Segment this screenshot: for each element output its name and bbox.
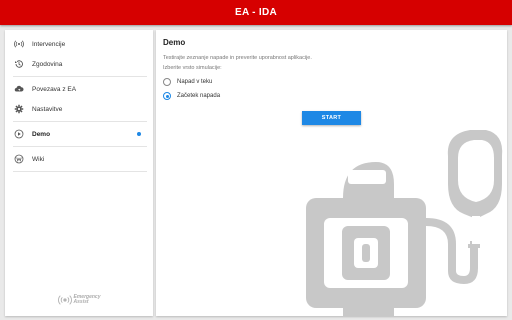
- sidebar-item-label: Demo: [32, 130, 51, 138]
- simulation-prompt: Izberite vrsto simulacije:: [163, 65, 222, 71]
- sidebar-item-intervencije[interactable]: Intervencije: [13, 34, 147, 54]
- sidebar-item-nastavitve[interactable]: Nastavitve: [13, 99, 147, 119]
- emergency-assist-logo: Emergency Assist: [5, 294, 153, 306]
- sidebar-item-label: Zgodovina: [32, 60, 63, 68]
- wiki-icon: [13, 153, 25, 165]
- watch-device-illustration: [306, 130, 503, 316]
- sidebar: Intervencije Zgodovina Povezava z EA Nas…: [5, 30, 153, 316]
- brand-line2: Assist: [73, 299, 89, 305]
- cloud-sync-icon: [13, 83, 25, 95]
- sidebar-item-wiki[interactable]: Wiki: [13, 149, 147, 169]
- history-icon: [13, 58, 25, 70]
- sidebar-item-demo[interactable]: Demo: [13, 124, 147, 144]
- sidebar-item-zgodovina[interactable]: Zgodovina: [13, 54, 147, 74]
- sidebar-item-label: Intervencije: [32, 40, 66, 48]
- sidebar-item-povezava[interactable]: Povezava z EA: [13, 79, 147, 99]
- broadcast-icon: [13, 38, 25, 50]
- radio-button-selected[interactable]: [163, 92, 171, 100]
- app-bar: EA - IDA: [0, 0, 512, 25]
- sidebar-item-label: Nastavitve: [32, 105, 63, 113]
- active-indicator: [137, 132, 141, 136]
- option-label: Napad v teku: [177, 79, 213, 85]
- logo-icon: [57, 295, 72, 305]
- radio-button[interactable]: [163, 78, 171, 86]
- gear-icon: [13, 103, 25, 115]
- main-panel: Demo Testirajte zeznanje napade in preve…: [156, 30, 507, 316]
- option-napad-v-teku[interactable]: Napad v teku: [163, 78, 212, 86]
- page-title: Demo: [163, 38, 186, 47]
- sidebar-nav: Intervencije Zgodovina Povezava z EA Nas…: [5, 30, 153, 172]
- sidebar-item-label: Wiki: [32, 155, 45, 163]
- sidebar-item-label: Povezava z EA: [32, 85, 77, 93]
- option-label: Začetek napada: [177, 93, 221, 99]
- app-title: EA - IDA: [234, 7, 278, 18]
- option-zacetek-napada[interactable]: Začetek napada: [163, 92, 220, 100]
- description-text: Testirajte zeznanje napade in preverite …: [163, 55, 312, 61]
- start-button[interactable]: START: [302, 111, 361, 125]
- play-circle-icon: [13, 128, 25, 140]
